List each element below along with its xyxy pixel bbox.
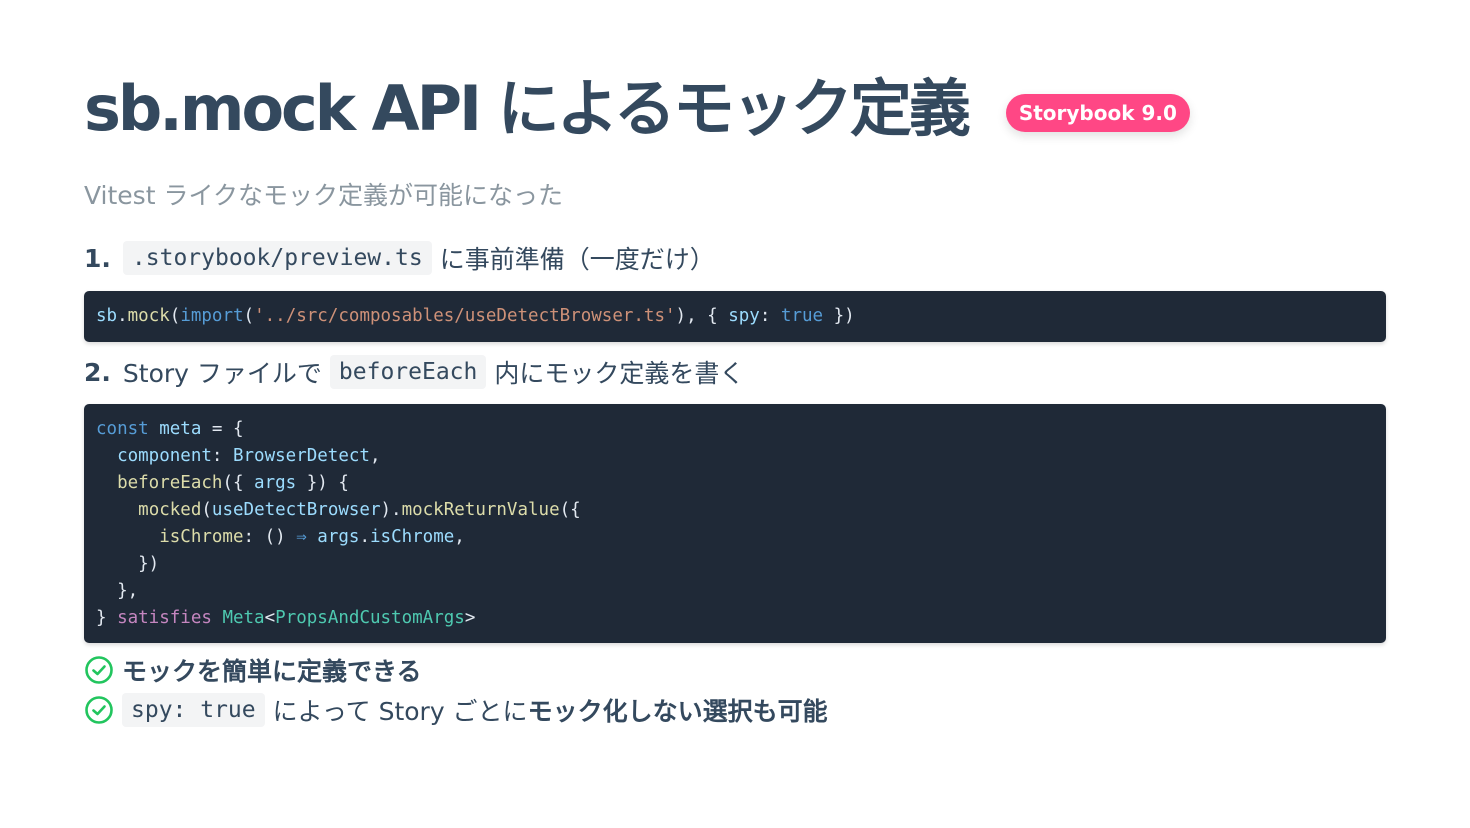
step-text: 内にモック定義を書く: [494, 359, 745, 388]
code-token: ).: [380, 500, 402, 520]
code-token: :: [211, 446, 233, 466]
code-token: Meta: [222, 608, 265, 628]
code-token: .: [117, 306, 128, 326]
code-token: component: [117, 446, 212, 466]
code-token: :: [759, 306, 781, 326]
code-token: mocked: [138, 500, 202, 520]
code-block-preview: sb.mock(import('../src/composables/useDe…: [84, 291, 1386, 342]
benefit-item: spy: true によって Story ごとに モック化しない選択も可能: [84, 692, 828, 728]
step-number: 1.: [84, 243, 111, 273]
page-title: sb.mock API によるモック定義: [84, 72, 971, 145]
code-token: const: [96, 419, 149, 439]
code-line: },: [96, 578, 1374, 605]
code-token: ⇒: [296, 527, 307, 547]
code-line: }): [96, 551, 1374, 578]
code-token: ,: [454, 527, 465, 547]
code-token: import: [180, 306, 244, 326]
step-1: 1. .storybook/preview.ts に事前準備（一度だけ）: [84, 240, 715, 276]
step-text: に事前準備（一度だけ）: [439, 245, 715, 274]
code-token: ({: [222, 473, 255, 493]
inline-code: beforeEach: [329, 355, 487, 389]
step-number: 2.: [84, 357, 111, 387]
code-token: }): [823, 306, 855, 326]
code-token: isChrome: [159, 527, 244, 547]
version-badge: Storybook 9.0: [1005, 94, 1190, 132]
benefit-text-bold: モック化しない選択も可能: [527, 697, 828, 726]
code-token: spy: [728, 306, 760, 326]
code-token: },: [96, 581, 139, 601]
code-token: }) {: [296, 473, 349, 493]
code-token: satisfies: [117, 608, 212, 628]
code-token: BrowserDetect: [232, 446, 370, 466]
code-token: sb: [96, 306, 118, 326]
code-token: args: [317, 527, 360, 547]
code-token: args: [254, 473, 297, 493]
code-token: useDetectBrowser: [211, 500, 381, 520]
code-token: >: [464, 608, 476, 628]
code-token: mockReturnValue: [401, 500, 560, 520]
code-token: ({: [559, 500, 581, 520]
benefit-text: モックを簡単に定義できる: [122, 657, 422, 686]
inline-code: .storybook/preview.ts: [122, 241, 432, 275]
step-text: Story ファイルで: [122, 359, 322, 388]
subtitle: Vitest ライクなモック定義が可能になった: [84, 181, 563, 210]
code-token: ,: [369, 446, 381, 466]
benefit-text: によって Story ごとに: [272, 697, 528, 726]
step-2: 2. Story ファイルで beforeEach 内にモック定義を書く: [84, 354, 744, 390]
code-line: beforeEach({ args }) {: [96, 470, 1374, 497]
code-line: } satisfies Meta<PropsAndCustomArgs>: [96, 605, 1374, 632]
code-token: meta: [159, 419, 202, 439]
code-token: (: [243, 306, 255, 326]
code-token: PropsAndCustomArgs: [275, 608, 465, 628]
inline-code: spy: true: [122, 693, 265, 727]
code-token: = {: [201, 419, 244, 439]
code-token: true: [780, 306, 824, 326]
code-token: : (): [243, 527, 297, 547]
code-token: beforeEach: [117, 473, 223, 493]
benefit-item: モックを簡単に定義できる: [84, 652, 422, 688]
code-token: mock: [127, 306, 170, 326]
code-token: (: [201, 500, 212, 520]
code-token: }: [96, 608, 118, 628]
slide: sb.mock API によるモック定義 Storybook 9.0 Vites…: [0, 0, 1470, 828]
code-token: isChrome: [370, 527, 455, 547]
code-line: isChrome: () ⇒ args.isChrome,: [96, 524, 1374, 551]
code-token: (: [169, 306, 181, 326]
title-row: sb.mock API によるモック定義 Storybook 9.0: [84, 68, 1190, 150]
code-token: '../src/composables/useDetectBrowser.ts': [254, 306, 676, 326]
code-token: .: [359, 527, 370, 547]
code-block-story: const meta = { component: BrowserDetect,…: [84, 404, 1386, 643]
check-circle-icon: [85, 696, 113, 724]
code-token: ), {: [675, 306, 729, 326]
code-token: <: [264, 608, 276, 628]
code-token: }): [96, 554, 160, 574]
code-line: const meta = {: [96, 416, 1374, 443]
code-line: component: BrowserDetect,: [96, 443, 1374, 470]
check-circle-icon: [85, 656, 113, 684]
code-line: mocked(useDetectBrowser).mockReturnValue…: [96, 497, 1374, 524]
